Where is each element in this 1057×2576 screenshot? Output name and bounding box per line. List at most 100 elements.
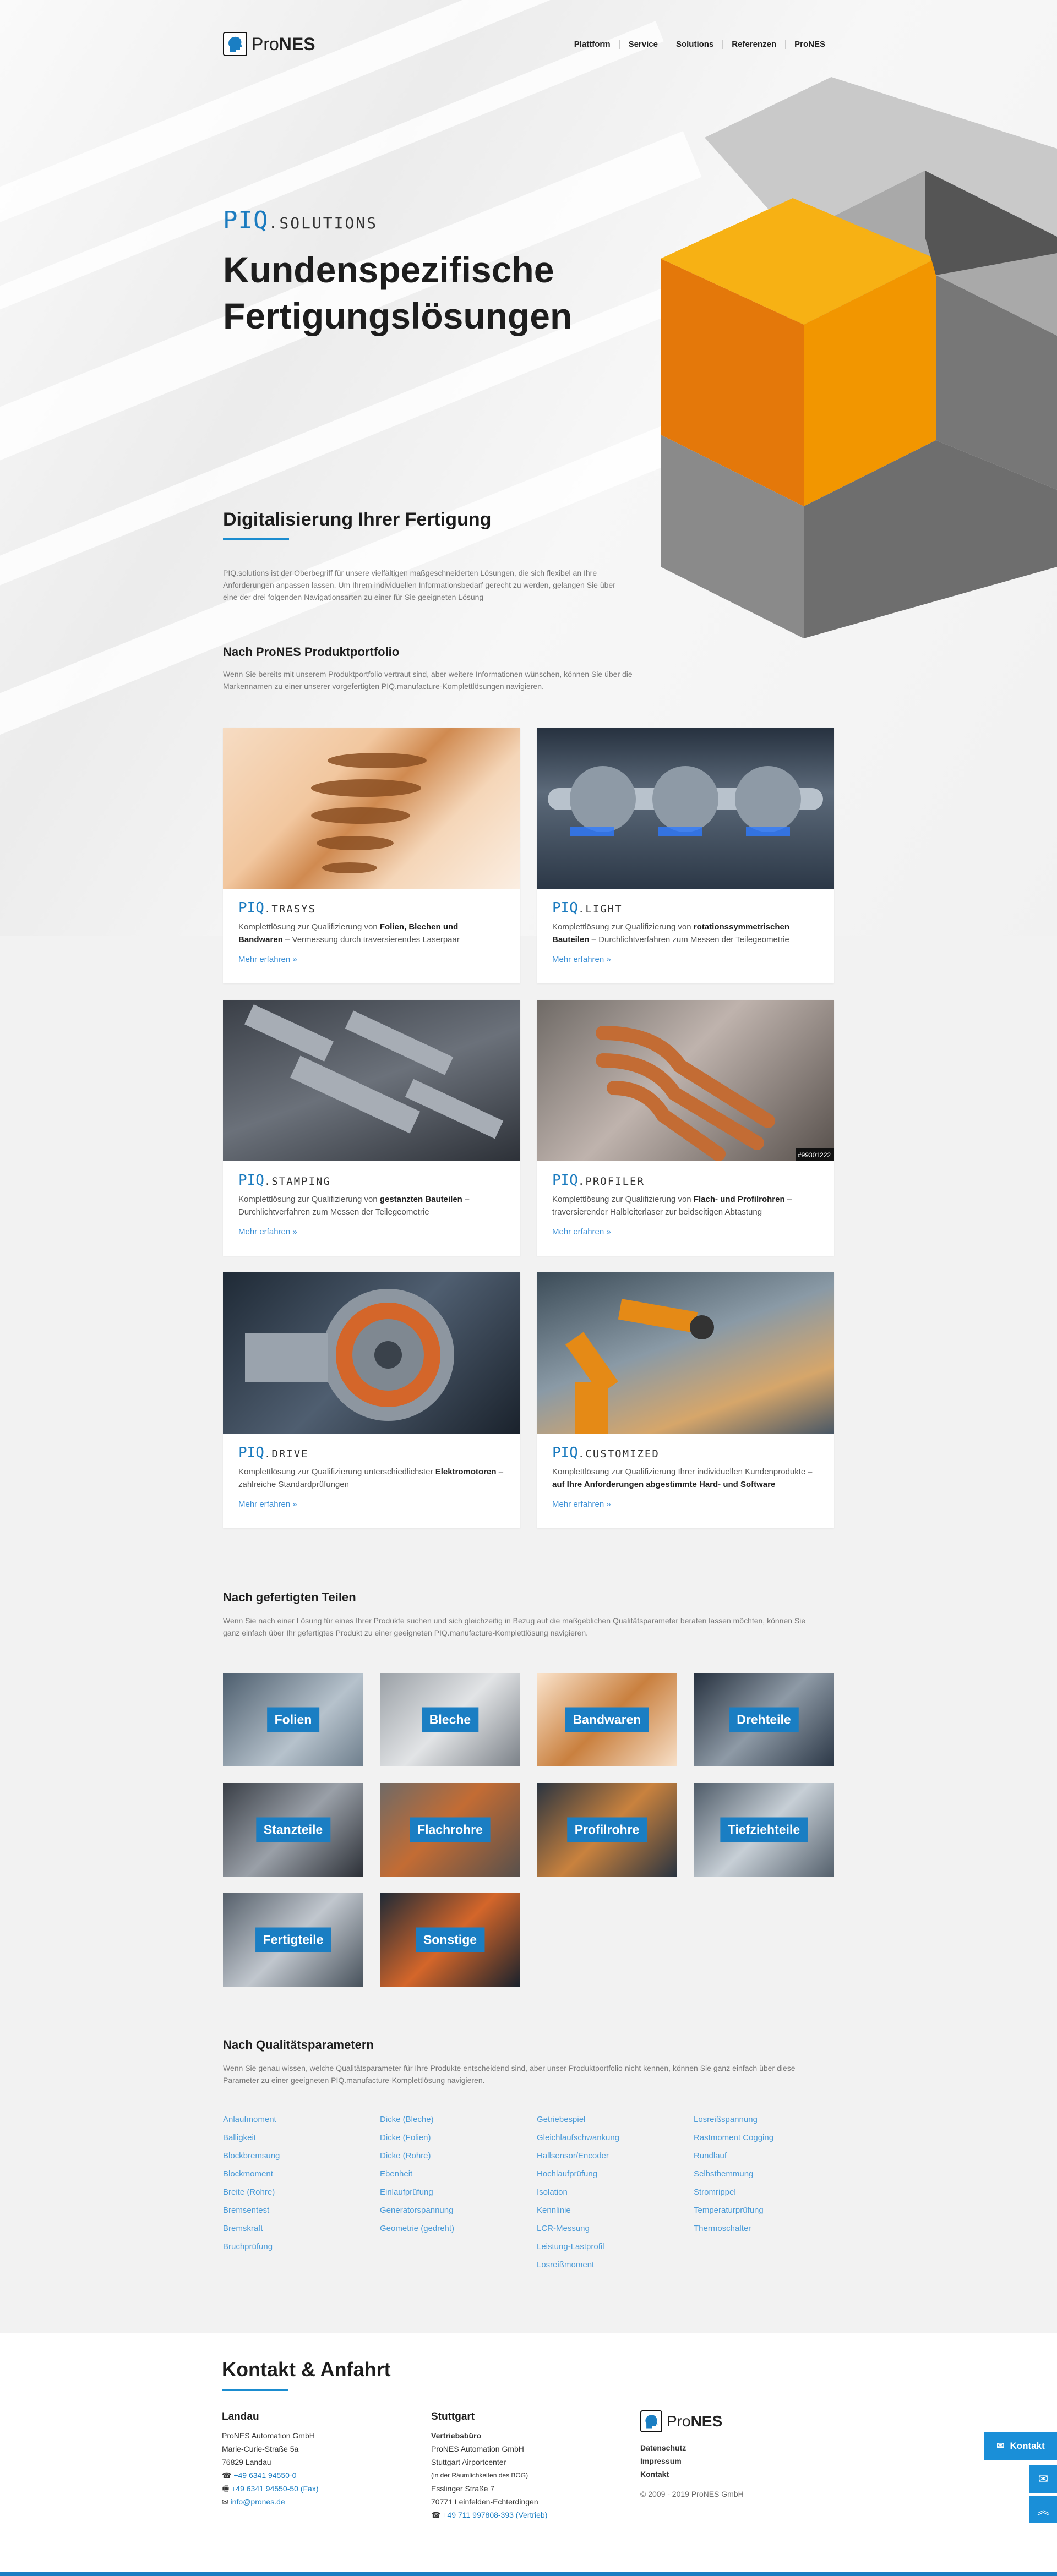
card-title-prefix: PIQ (552, 1445, 578, 1461)
card-more-link[interactable]: Mehr erfahren » (238, 1500, 505, 1509)
nav-solutions[interactable]: Solutions (666, 39, 722, 49)
tile-drehteile[interactable]: Drehteile (694, 1673, 834, 1766)
contact-tab[interactable]: ✉ Kontakt (984, 2432, 1057, 2460)
link-impressum[interactable]: Impressum (640, 2454, 805, 2468)
param-link[interactable]: Breite (Rohre) (223, 2183, 380, 2201)
param-link[interactable]: Losreißmoment (537, 2256, 694, 2274)
phone-icon: ☎ (222, 2471, 234, 2480)
card-customized[interactable]: PIQ.CUSTOMIZED Komplettlösung zur Qualif… (537, 1272, 834, 1528)
tile-tiefziehteile[interactable]: Tiefziehteile (694, 1783, 834, 1877)
card-description: Komplettlösung zur Qualifizierung unters… (238, 1465, 505, 1492)
nav-referenzen[interactable]: Referenzen (722, 39, 785, 49)
card-title-suffix: .TRASYS (264, 903, 317, 915)
tile-fertigteile[interactable]: Fertigteile (223, 1893, 363, 1987)
desc-text: Komplettlösung zur Qualifizierung von (238, 922, 380, 932)
param-link[interactable]: Anlaufmoment (223, 2110, 380, 2129)
card-more-link[interactable]: Mehr erfahren » (238, 1227, 505, 1237)
intro-heading: Digitalisierung Ihrer Fertigung (223, 509, 492, 530)
param-link[interactable]: Rastmoment Cogging (694, 2129, 851, 2147)
tile-folien[interactable]: Folien (223, 1673, 363, 1766)
tile-sonstige[interactable]: Sonstige (380, 1893, 520, 1987)
param-link[interactable]: Stromrippel (694, 2183, 851, 2201)
tile-bandwaren[interactable]: Bandwaren (537, 1673, 677, 1766)
card-more-link[interactable]: Mehr erfahren » (552, 955, 819, 964)
param-link[interactable]: Blockmoment (223, 2165, 380, 2183)
card-more-link[interactable]: Mehr erfahren » (552, 1500, 819, 1509)
tile-bleche[interactable]: Bleche (380, 1673, 520, 1766)
param-link[interactable]: Ebenheit (380, 2165, 537, 2183)
hero-cube-graphic (661, 77, 1057, 638)
card-profiler[interactable]: #99301222 PIQ.PROFILER Komplettlösung zu… (537, 1000, 834, 1256)
card-description: Komplettlösung zur Qualifizierung Ihrer … (552, 1465, 819, 1492)
logo-prefix: Pro (252, 34, 279, 54)
card-title-suffix: .PROFILER (577, 1175, 645, 1188)
card-light[interactable]: PIQ.LIGHT Komplettlösung zur Qualifizier… (537, 728, 834, 983)
portfolio-text: Wenn Sie bereits mit unserem Produktport… (223, 670, 633, 691)
address-line: ProNES Automation GmbH (222, 2431, 315, 2440)
parts-text: Wenn Sie nach einer Lösung für eines Ihr… (223, 1616, 806, 1637)
param-link[interactable]: Hallsensor/Encoder (537, 2147, 694, 2165)
param-link[interactable]: Rundlauf (694, 2147, 851, 2165)
param-link[interactable]: Geometrie (gedreht) (380, 2219, 537, 2238)
nav-service[interactable]: Service (619, 39, 667, 49)
param-link[interactable]: Hochlaufprüfung (537, 2165, 694, 2183)
card-more-link[interactable]: Mehr erfahren » (552, 1227, 819, 1237)
param-link[interactable]: Isolation (537, 2183, 694, 2201)
param-link[interactable]: Bruchprüfung (223, 2238, 380, 2256)
scroll-top-button[interactable]: ︽ (1029, 2496, 1057, 2523)
phone-link[interactable]: +49 6341 94550-0 (233, 2471, 296, 2480)
card-image-copper-pipes: #99301222 (537, 1000, 834, 1161)
param-link[interactable]: Leistung-Lastprofil (537, 2238, 694, 2256)
link-datenschutz[interactable]: Datenschutz (640, 2441, 805, 2454)
param-link[interactable]: Generatorspannung (380, 2201, 537, 2219)
param-link[interactable]: Einlaufprüfung (380, 2183, 537, 2201)
param-link[interactable]: Thermoschalter (694, 2219, 851, 2238)
fax-number[interactable]: +49 6341 94550-50 (Fax) (231, 2484, 318, 2493)
email-link[interactable]: info@prones.de (231, 2497, 285, 2506)
param-link[interactable]: Selbsthemmung (694, 2165, 851, 2183)
nav-plattform[interactable]: Plattform (565, 40, 619, 49)
tile-stanzteile[interactable]: Stanzteile (223, 1783, 363, 1877)
address-title: Stuttgart (431, 2411, 475, 2422)
site-header: ProNES Plattform Service Solutions Refer… (223, 30, 834, 58)
card-title-prefix: PIQ (238, 900, 264, 916)
footer-bar (0, 2572, 1057, 2576)
logo[interactable]: ProNES (223, 32, 315, 56)
portfolio-cards: PIQ.TRASYS Komplettlösung zur Qualifizie… (223, 728, 834, 1528)
card-stamping[interactable]: PIQ.STAMPING Komplettlösung zur Qualifiz… (223, 1000, 520, 1256)
card-trasys[interactable]: PIQ.TRASYS Komplettlösung zur Qualifizie… (223, 728, 520, 983)
param-link[interactable]: Getriebespiel (537, 2110, 694, 2129)
desc-text: Komplettlösung zur Qualifizierung von (552, 922, 694, 932)
param-link[interactable]: Losreißspannung (694, 2110, 851, 2129)
logo-head-icon (223, 32, 247, 56)
card-more-link[interactable]: Mehr erfahren » (238, 955, 505, 964)
param-link[interactable]: LCR-Messung (537, 2219, 694, 2238)
param-link[interactable]: Kennlinie (537, 2201, 694, 2219)
hero-title-line2: Fertigungslösungen (223, 296, 573, 336)
tile-flachrohre[interactable]: Flachrohre (380, 1783, 520, 1877)
footer-logo[interactable]: ProNES (640, 2410, 805, 2432)
param-link[interactable]: Bremsentest (223, 2201, 380, 2219)
param-link[interactable]: Temperaturprüfung (694, 2201, 851, 2219)
param-link[interactable]: Bremskraft (223, 2219, 380, 2238)
tile-label: Profilrohre (566, 1817, 647, 1842)
param-link[interactable]: Dicke (Rohre) (380, 2147, 537, 2165)
param-link[interactable]: Dicke (Folien) (380, 2129, 537, 2147)
tile-profilrohre[interactable]: Profilrohre (537, 1783, 677, 1877)
parts-tiles: Folien Bleche Bandwaren Drehteile Stanzt… (223, 1673, 834, 1987)
nav-prones[interactable]: ProNES (785, 39, 834, 49)
footer-links: ProNES Datenschutz Impressum Kontakt © 2… (640, 2410, 805, 2501)
quality-parameter-list: Anlaufmoment Balligkeit Blockbremsung Bl… (223, 2110, 834, 2274)
mail-side-button[interactable]: ✉ (1029, 2465, 1057, 2493)
card-drive[interactable]: PIQ.DRIVE Komplettlösung zur Qualifizier… (223, 1272, 520, 1528)
desc-bold: Flach- und Profilrohren (693, 1195, 785, 1204)
param-link[interactable]: Blockbremsung (223, 2147, 380, 2165)
card-description: Komplettlösung zur Qualifizierung von Fl… (552, 1193, 819, 1219)
param-link[interactable]: Dicke (Bleche) (380, 2110, 537, 2129)
link-kontakt[interactable]: Kontakt (640, 2468, 805, 2481)
address-line: (in der Räumlichkeiten des BOG) (431, 2471, 528, 2479)
param-link[interactable]: Balligkeit (223, 2129, 380, 2147)
phone-link[interactable]: +49 711 997808-393 (Vertrieb) (443, 2511, 547, 2519)
portfolio-section: Nach ProNES Produktportfolio Wenn Sie be… (223, 645, 834, 692)
param-link[interactable]: Gleichlaufschwankung (537, 2129, 694, 2147)
